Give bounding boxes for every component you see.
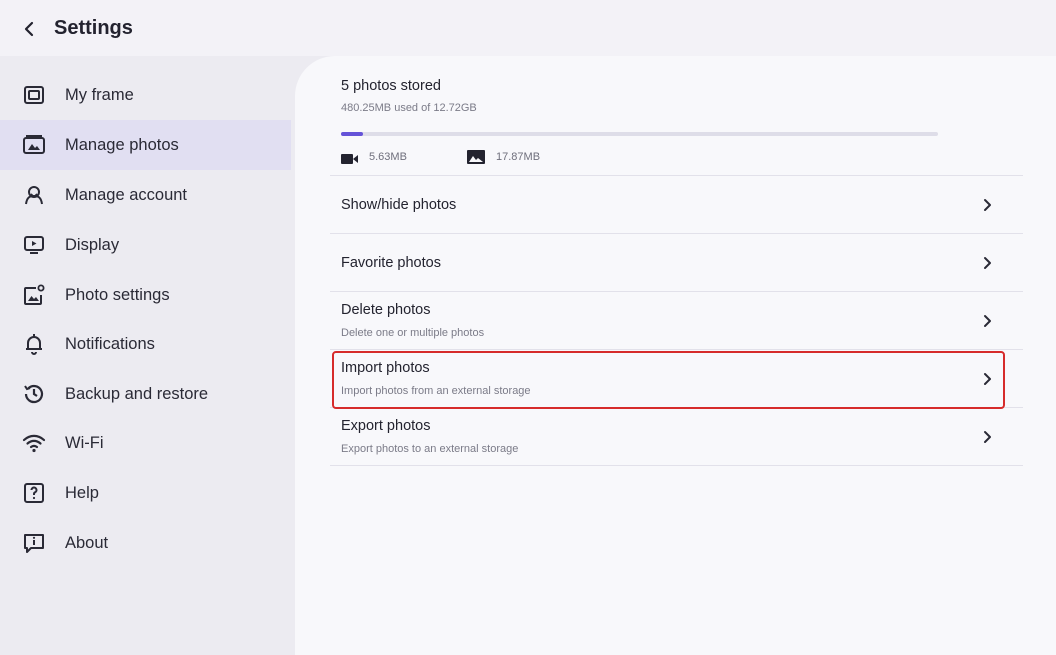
storage-progress-bar: [341, 132, 938, 136]
chevron-right-icon: [984, 199, 991, 211]
sidebar-item-backup-restore[interactable]: Backup and restore: [0, 369, 291, 419]
storage-usage: 480.25MB used of 12.72GB: [341, 102, 477, 114]
row-show-hide-photos[interactable]: Show/hide photos: [330, 176, 1023, 233]
sidebar-item-label: Photo settings: [65, 285, 170, 304]
row-title: Export photos: [341, 418, 431, 434]
sidebar-item-label: Wi-Fi: [65, 433, 104, 452]
row-title: Delete photos: [341, 302, 431, 318]
sidebar-item-label: About: [65, 533, 109, 552]
storage-title: 5 photos stored: [341, 78, 441, 94]
wifi-icon: [20, 429, 48, 457]
main-panel: 5 photos stored 480.25MB used of 12.72GB…: [295, 56, 1056, 655]
back-button[interactable]: [14, 14, 44, 44]
top-bar: Settings: [0, 0, 1056, 56]
photo-settings-icon: [20, 281, 48, 309]
storage-progress-fill: [341, 132, 364, 136]
sidebar-item-label: Manage photos: [65, 135, 179, 154]
chevron-right-icon: [984, 373, 991, 385]
video-size-label: 5.63MB: [369, 151, 407, 163]
row-export-photos[interactable]: Export photos Export photos to an extern…: [330, 408, 1023, 465]
row-title: Show/hide photos: [341, 197, 457, 213]
sidebar-item-display[interactable]: Display: [0, 220, 291, 270]
chevron-right-icon: [984, 431, 991, 443]
divider: [330, 465, 1023, 466]
sidebar-item-manage-account[interactable]: Manage account: [0, 170, 291, 220]
help-icon: [20, 479, 48, 507]
sidebar-item-photo-settings[interactable]: Photo settings: [0, 270, 291, 320]
chevron-left-icon: [24, 21, 34, 37]
backup-icon: [20, 380, 48, 408]
row-favorite-photos[interactable]: Favorite photos: [330, 234, 1023, 291]
photos-icon: [20, 131, 48, 159]
sidebar: My frame Manage photos Manage account Di…: [0, 56, 295, 655]
image-icon: [467, 150, 485, 169]
frame-icon: [20, 81, 48, 109]
chevron-right-icon: [984, 257, 991, 269]
sidebar-item-label: Backup and restore: [65, 384, 209, 403]
row-delete-photos[interactable]: Delete photos Delete one or multiple pho…: [330, 292, 1023, 349]
video-icon: [341, 152, 359, 170]
bell-icon: [20, 330, 48, 358]
display-icon: [20, 231, 48, 259]
row-title: Import photos: [341, 360, 430, 376]
account-icon: [20, 181, 48, 209]
sidebar-item-label: Manage account: [65, 185, 188, 204]
sidebar-item-my-frame[interactable]: My frame: [0, 70, 291, 120]
page-title: Settings: [54, 17, 133, 39]
chevron-right-icon: [984, 315, 991, 327]
sidebar-item-label: Help: [65, 483, 99, 502]
sidebar-item-notifications[interactable]: Notifications: [0, 319, 291, 369]
row-subtitle: Import photos from an external storage: [341, 385, 531, 397]
photo-size-label: 17.87MB: [496, 151, 541, 163]
sidebar-item-label: Notifications: [65, 334, 155, 353]
row-subtitle: Delete one or multiple photos: [341, 327, 485, 339]
sidebar-item-manage-photos[interactable]: Manage photos: [0, 120, 291, 170]
about-icon: [20, 529, 48, 557]
row-import-photos[interactable]: Import photos Import photos from an exte…: [330, 350, 1023, 407]
row-subtitle: Export photos to an external storage: [341, 443, 519, 455]
sidebar-item-about[interactable]: About: [0, 518, 291, 568]
row-title: Favorite photos: [341, 255, 441, 271]
sidebar-item-help[interactable]: Help: [0, 468, 291, 518]
sidebar-item-wifi[interactable]: Wi-Fi: [0, 418, 291, 468]
sidebar-item-label: Display: [65, 235, 120, 254]
sidebar-item-label: My frame: [65, 85, 134, 104]
